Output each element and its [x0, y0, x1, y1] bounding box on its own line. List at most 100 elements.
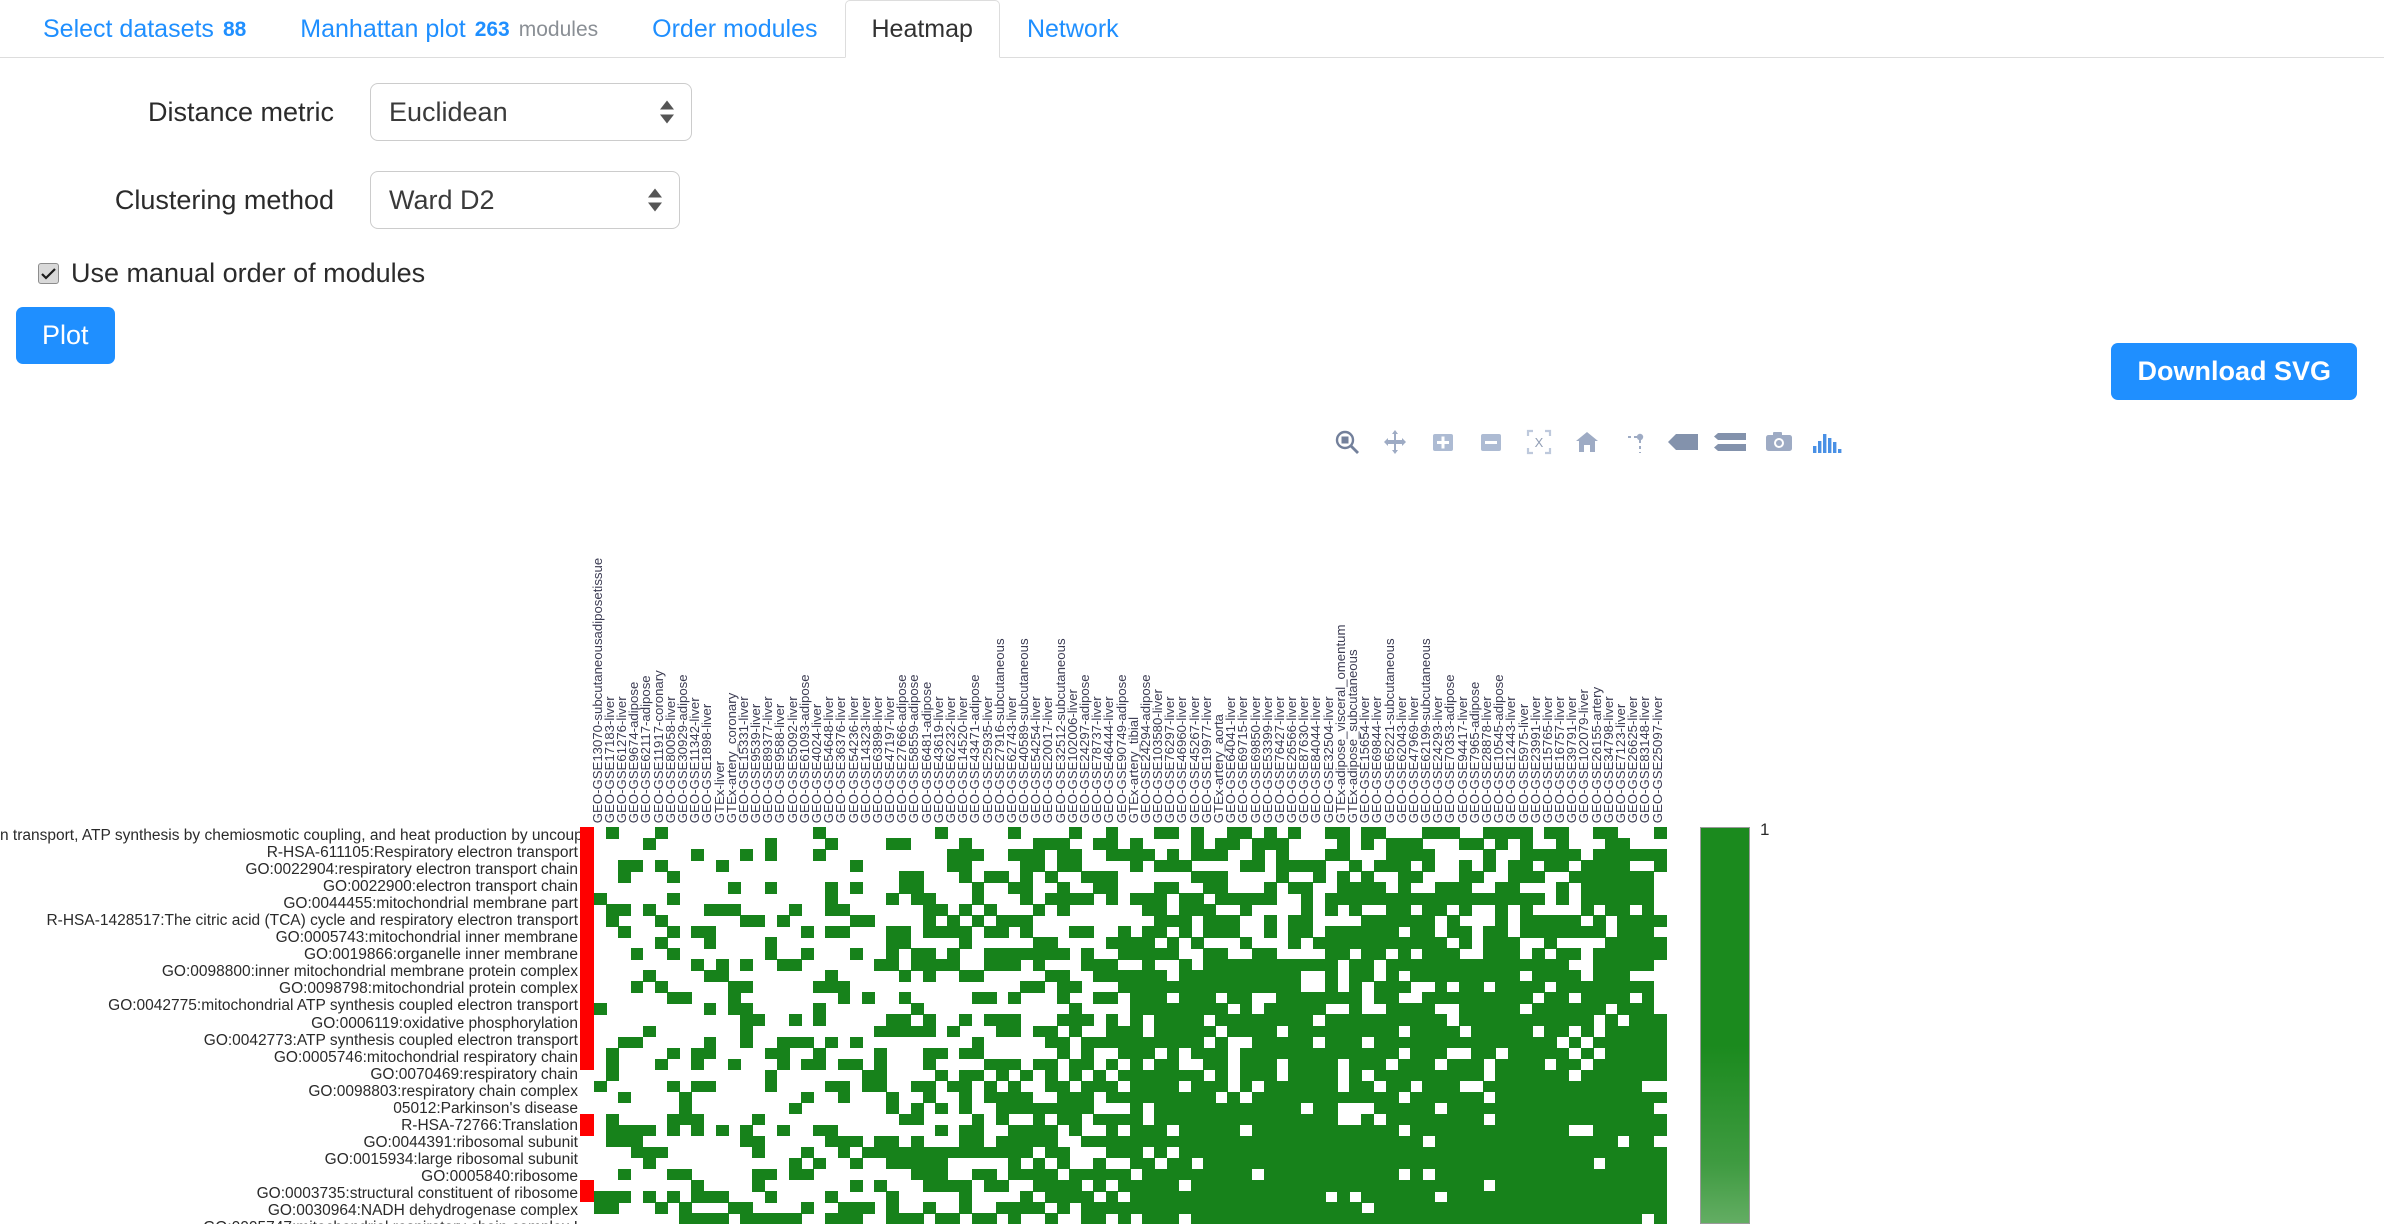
heatmap-cell[interactable]	[935, 926, 948, 938]
heatmap-cell[interactable]	[959, 1102, 973, 1115]
hover-compare-icon[interactable]	[1666, 425, 1700, 459]
heatmap-cell[interactable]	[1044, 893, 1058, 905]
heatmap-cell[interactable]	[874, 1146, 887, 1159]
heatmap-cell[interactable]	[1641, 981, 1655, 993]
heatmap-cell[interactable]	[691, 926, 705, 938]
heatmap-cell[interactable]	[1264, 948, 1277, 960]
heatmap-cell[interactable]	[594, 893, 607, 905]
heatmap-cell[interactable]	[788, 1212, 802, 1224]
heatmap-cell[interactable]	[1422, 893, 1436, 905]
heatmap-cell[interactable]	[1495, 1146, 1509, 1159]
heatmap-cell[interactable]	[1544, 1212, 1557, 1224]
heatmap-cell[interactable]	[1398, 1190, 1411, 1203]
heatmap-cell[interactable]	[1044, 1179, 1058, 1192]
heatmap-cell[interactable]	[1264, 1003, 1277, 1016]
heatmap-cell[interactable]	[1300, 1212, 1314, 1224]
heatmap-cell[interactable]	[1142, 948, 1155, 960]
heatmap-cell[interactable]	[1580, 1047, 1594, 1060]
heatmap-cell[interactable]	[1653, 860, 1667, 872]
heatmap-cell[interactable]	[1580, 1069, 1594, 1082]
heatmap-cell[interactable]	[935, 1069, 948, 1082]
heatmap-cell[interactable]	[1592, 827, 1606, 839]
heatmap-cell[interactable]	[1324, 1146, 1338, 1159]
heatmap-cell[interactable]	[1239, 1179, 1253, 1192]
heatmap-cell[interactable]	[1495, 1058, 1509, 1071]
heatmap-cell[interactable]	[1056, 1113, 1070, 1126]
heatmap-cell[interactable]	[1556, 1168, 1570, 1181]
heatmap-cell[interactable]	[606, 1047, 619, 1060]
heatmap-cell[interactable]	[1471, 1102, 1484, 1115]
heatmap-cell[interactable]	[1337, 1135, 1350, 1148]
heatmap-cell[interactable]	[1300, 1014, 1314, 1027]
heatmap-cell[interactable]	[1641, 1036, 1655, 1049]
heatmap-cell[interactable]	[971, 1047, 985, 1060]
heatmap-cell[interactable]	[776, 1124, 790, 1137]
heatmap-cell[interactable]	[1605, 860, 1618, 872]
heatmap-cell[interactable]	[1483, 1190, 1497, 1203]
heatmap-cell[interactable]	[1081, 948, 1095, 960]
heatmap-cell[interactable]	[1629, 1047, 1643, 1060]
heatmap-cell[interactable]	[898, 1146, 912, 1159]
heatmap-cell[interactable]	[788, 1036, 802, 1049]
heatmap-cell[interactable]	[1215, 838, 1229, 850]
heatmap-cell[interactable]	[862, 1146, 875, 1159]
heatmap-cell[interactable]	[837, 926, 851, 938]
heatmap-cell[interactable]	[1166, 981, 1180, 993]
heatmap-cell[interactable]	[1069, 893, 1082, 905]
heatmap-cell[interactable]	[1434, 904, 1448, 916]
heatmap-cell[interactable]	[1324, 1212, 1338, 1224]
heatmap-cell[interactable]	[1483, 893, 1497, 905]
heatmap-cell[interactable]	[910, 1102, 924, 1115]
heatmap-cell[interactable]	[1434, 1014, 1448, 1027]
heatmap-cell[interactable]	[1203, 849, 1216, 861]
heatmap-cell[interactable]	[1251, 1036, 1265, 1049]
heatmap-cell[interactable]	[1434, 893, 1448, 905]
heatmap-cell[interactable]	[1471, 1201, 1484, 1214]
heatmap-cell[interactable]	[1324, 1113, 1338, 1126]
heatmap-cell[interactable]	[1483, 1168, 1497, 1181]
heatmap-cell[interactable]	[837, 1135, 851, 1148]
heatmap-cell[interactable]	[922, 1091, 936, 1104]
heatmap-cell[interactable]	[1556, 970, 1570, 982]
download-svg-button[interactable]: Download SVG	[2111, 343, 2357, 400]
heatmap-cell[interactable]	[1337, 948, 1350, 960]
heatmap-cell[interactable]	[1446, 992, 1460, 1005]
heatmap-cell[interactable]	[1507, 992, 1521, 1005]
heatmap-cell[interactable]	[667, 948, 680, 960]
heatmap-cell[interactable]	[703, 1047, 717, 1060]
heatmap-cell[interactable]	[1629, 937, 1643, 949]
heatmap-cell[interactable]	[837, 1058, 851, 1071]
heatmap-cell[interactable]	[1093, 1069, 1107, 1082]
heatmap-cell[interactable]	[1580, 1025, 1594, 1038]
heatmap-cell[interactable]	[1373, 1157, 1387, 1170]
heatmap-cell[interactable]	[1288, 1003, 1302, 1016]
heatmap-cell[interactable]	[1629, 1168, 1643, 1181]
heatmap-cell[interactable]	[1422, 1190, 1436, 1203]
heatmap-cell[interactable]	[642, 970, 656, 982]
heatmap-cell[interactable]	[1093, 838, 1107, 850]
heatmap-cell[interactable]	[1288, 1025, 1302, 1038]
heatmap-cell[interactable]	[1617, 1168, 1631, 1181]
heatmap-cell[interactable]	[1422, 1113, 1436, 1126]
heatmap-cell[interactable]	[1446, 1025, 1460, 1038]
heatmap-cell[interactable]	[1349, 1157, 1363, 1170]
heatmap-cell[interactable]	[654, 1201, 668, 1214]
heatmap-cell[interactable]	[1641, 1135, 1655, 1148]
heatmap-cell[interactable]	[1251, 1047, 1265, 1060]
heatmap-cell[interactable]	[1178, 1003, 1192, 1016]
heatmap-cell[interactable]	[1044, 937, 1058, 949]
heatmap-cell[interactable]	[1385, 1201, 1399, 1214]
heatmap-cell[interactable]	[1178, 1157, 1192, 1170]
heatmap-cell[interactable]	[1410, 893, 1423, 905]
heatmap-cell[interactable]	[1276, 959, 1289, 971]
heatmap-cell[interactable]	[1519, 838, 1533, 850]
heatmap-cell[interactable]	[1288, 937, 1302, 949]
heatmap-cell[interactable]	[1471, 893, 1484, 905]
heatmap-cell[interactable]	[1154, 1014, 1168, 1027]
heatmap-cell[interactable]	[1227, 1135, 1241, 1148]
heatmap-cell[interactable]	[1532, 1179, 1545, 1192]
heatmap-cell[interactable]	[1324, 1047, 1338, 1060]
heatmap-cell[interactable]	[1142, 1157, 1155, 1170]
heatmap-cell[interactable]	[1434, 1157, 1448, 1170]
heatmap-cell[interactable]	[1105, 1036, 1119, 1049]
